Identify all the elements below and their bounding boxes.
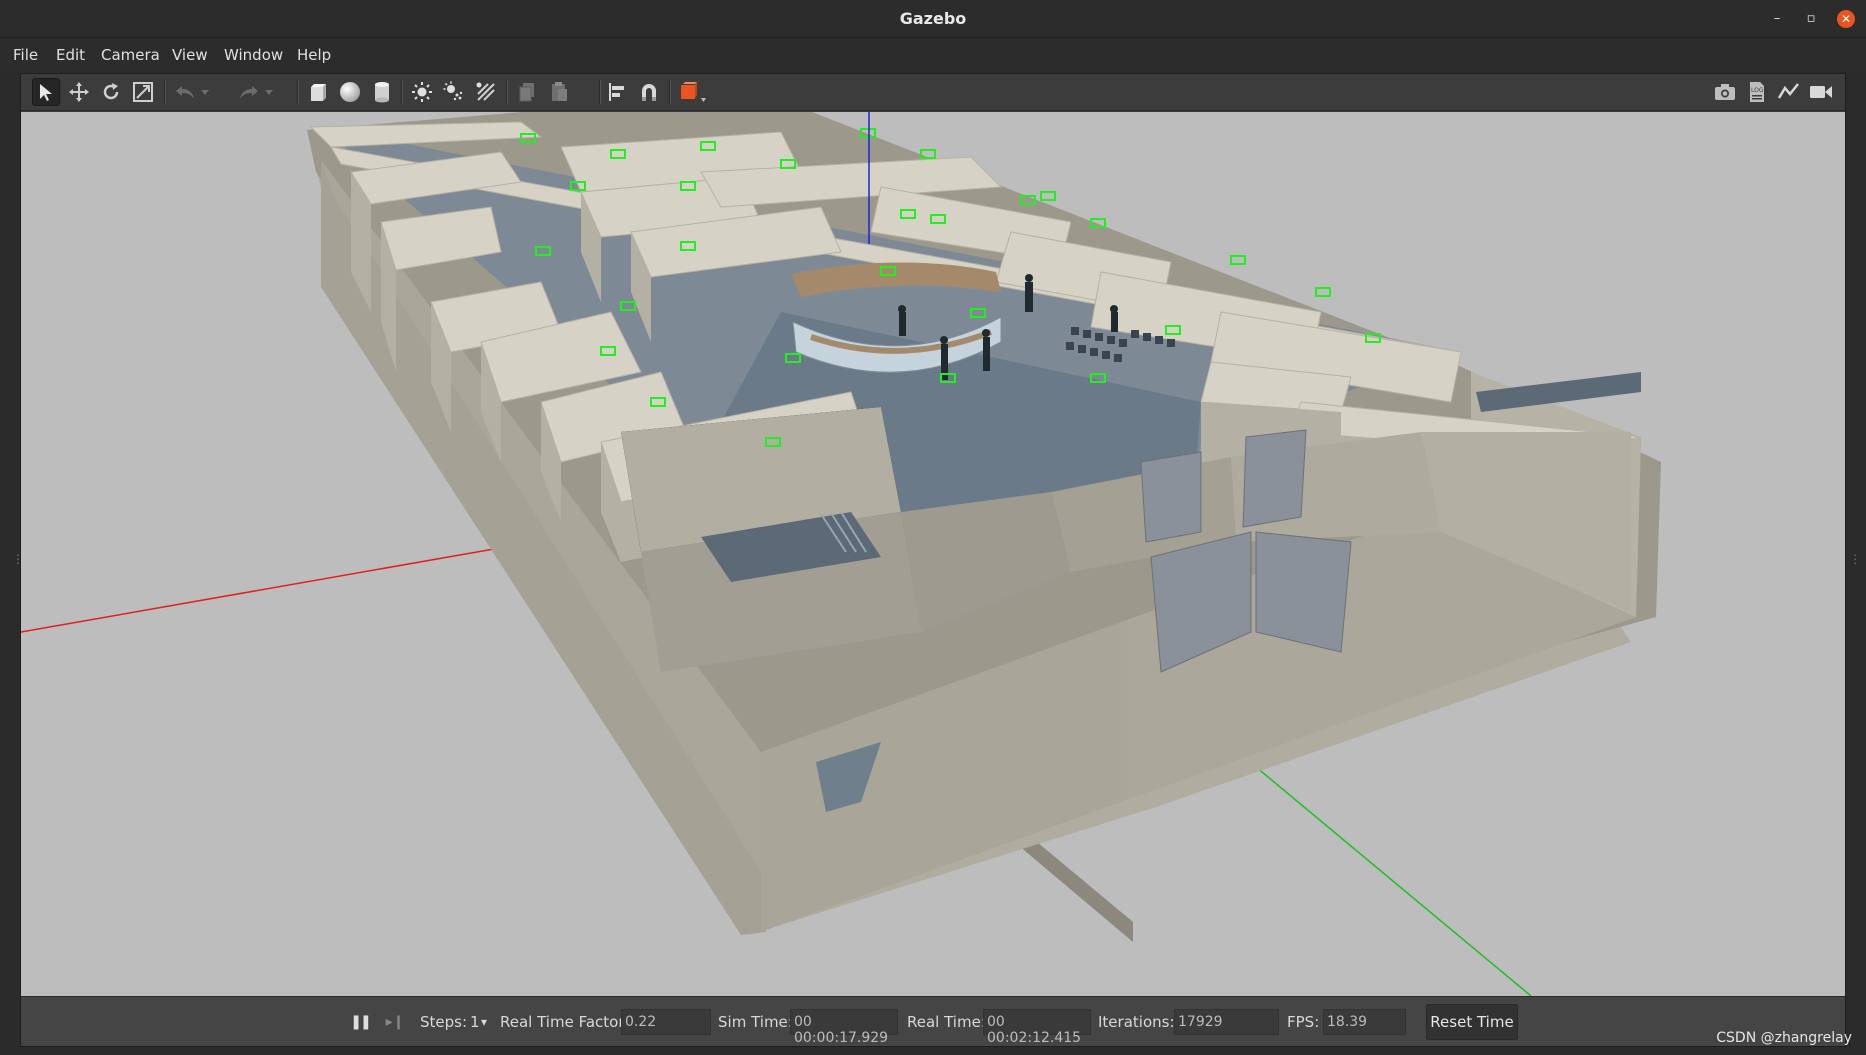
- snap-icon[interactable]: [635, 78, 663, 106]
- pause-button[interactable]: ❚❚: [346, 1008, 374, 1036]
- steps-dropdown-icon[interactable]: ▾: [481, 1015, 487, 1029]
- paste-icon[interactable]: [545, 78, 573, 106]
- undo-history-icon[interactable]: [197, 78, 213, 106]
- point-light-icon[interactable]: [408, 78, 436, 106]
- toolbar-separator: [669, 80, 671, 104]
- menu-file[interactable]: File: [13, 46, 38, 64]
- sim-time-label: Sim Time:: [718, 1013, 793, 1031]
- copy-icon[interactable]: [513, 78, 541, 106]
- spot-light-icon[interactable]: [440, 78, 468, 106]
- real-time-label: Real Time:: [907, 1013, 986, 1031]
- plot-icon[interactable]: [1775, 78, 1803, 106]
- menu-camera[interactable]: Camera: [101, 46, 160, 64]
- align-icon[interactable]: [603, 78, 631, 106]
- fps-label: FPS:: [1287, 1013, 1320, 1031]
- rotate-icon[interactable]: [97, 78, 125, 106]
- menu-view[interactable]: View: [172, 46, 208, 64]
- simulation-status-bar: ❚❚ ▸❙ Steps: 1 ▾ Real Time Factor: 0.22 …: [21, 996, 1845, 1046]
- directional-light-icon[interactable]: [472, 78, 500, 106]
- menu-edit[interactable]: Edit: [56, 46, 85, 64]
- scale-icon[interactable]: [129, 78, 157, 106]
- fps-field: 18.39: [1323, 1009, 1406, 1035]
- step-icon: ▸❙: [385, 1014, 405, 1030]
- select-arrow-icon[interactable]: [32, 78, 60, 106]
- real-time-factor-label: Real Time Factor:: [500, 1013, 630, 1031]
- reset-time-button[interactable]: Reset Time: [1426, 1004, 1518, 1040]
- sphere-shape-icon[interactable]: [336, 78, 364, 106]
- iterations-field: 17929: [1174, 1009, 1279, 1035]
- steps-value[interactable]: 1: [470, 1013, 480, 1031]
- window-title: Gazebo: [899, 9, 967, 28]
- translate-icon[interactable]: [65, 78, 93, 106]
- real-time-field: 00 00:02:12.415: [983, 1009, 1091, 1046]
- menu-window[interactable]: Window: [224, 46, 283, 64]
- scene-viewport[interactable]: [21, 112, 1845, 996]
- toolbar-separator: [599, 80, 601, 104]
- menu-bar: File Edit Camera View Window Help: [0, 38, 1866, 71]
- svg-text:LOG: LOG: [1751, 87, 1764, 94]
- watermark: CSDN @zhangrelay: [1716, 1030, 1852, 1046]
- minimize-button[interactable]: –: [1768, 10, 1786, 28]
- toolbar-separator: [401, 80, 403, 104]
- toolbar-separator: [506, 80, 508, 104]
- redo-icon[interactable]: [235, 78, 263, 106]
- box-shape-icon[interactable]: [304, 78, 332, 106]
- pause-icon: ❚❚: [350, 1014, 372, 1030]
- menu-help[interactable]: Help: [297, 46, 331, 64]
- left-panel-handle[interactable]: ⋮: [12, 552, 24, 566]
- screenshot-icon[interactable]: [1711, 78, 1739, 106]
- cylinder-shape-icon[interactable]: [368, 78, 396, 106]
- restore-button[interactable]: ▫: [1802, 10, 1820, 28]
- toolbar-separator: [164, 80, 166, 104]
- redo-history-icon[interactable]: [261, 78, 277, 106]
- close-button[interactable]: ✕: [1837, 10, 1855, 28]
- steps-label: Steps:: [420, 1013, 468, 1031]
- iterations-label: Iterations:: [1098, 1013, 1175, 1031]
- title-bar: Gazebo – ▫ ✕: [0, 0, 1866, 38]
- undo-icon[interactable]: [171, 78, 199, 106]
- log-icon[interactable]: LOG: [1743, 78, 1771, 106]
- sim-time-field: 00 00:00:17.929: [790, 1009, 898, 1046]
- view-angle-icon[interactable]: [673, 78, 709, 106]
- step-button[interactable]: ▸❙: [381, 1008, 409, 1036]
- toolbar-separator: [297, 80, 299, 104]
- right-panel-handle[interactable]: ⋮: [1849, 552, 1861, 566]
- real-time-factor-field: 0.22: [621, 1009, 711, 1035]
- toolbar: LOG: [21, 74, 1845, 111]
- record-video-icon[interactable]: [1807, 78, 1835, 106]
